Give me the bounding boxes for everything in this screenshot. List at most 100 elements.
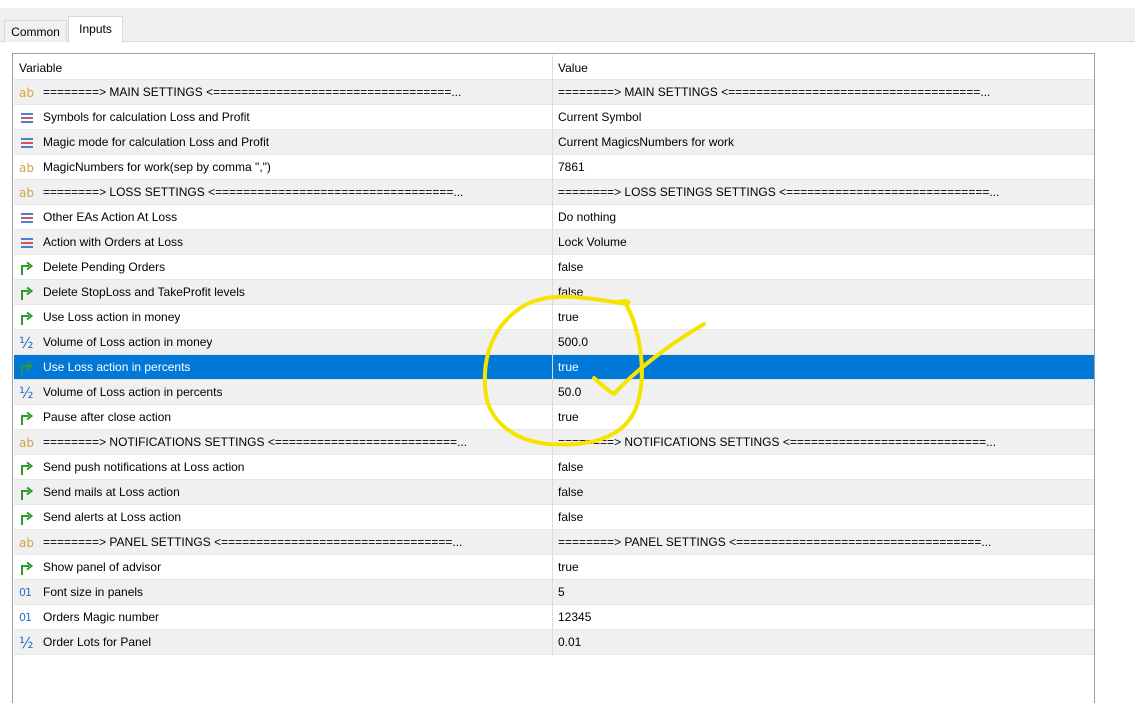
string-icon: ab xyxy=(19,185,34,200)
value-cell[interactable]: 5 xyxy=(553,580,1094,605)
table-row[interactable]: ab ========> LOSS SETTINGS <=============… xyxy=(14,180,1094,205)
variable-name: Delete StopLoss and TakeProfit levels xyxy=(43,285,245,299)
int-icon: 01 xyxy=(19,610,32,624)
variable-name: Delete Pending Orders xyxy=(43,260,166,274)
value-cell[interactable]: true xyxy=(553,305,1094,330)
variable-cell[interactable]: Magic mode for calculation Loss and Prof… xyxy=(14,130,553,155)
table-row[interactable]: 01 Font size in panels 5 xyxy=(14,580,1094,605)
table-row[interactable]: Symbols for calculation Loss and Profit C… xyxy=(14,105,1094,130)
variable-cell[interactable]: Send alerts at Loss action xyxy=(14,505,553,530)
variable-name: Send alerts at Loss action xyxy=(43,510,182,524)
value-cell[interactable]: ========> PANEL SETTINGS <==============… xyxy=(553,530,1094,555)
table-row[interactable]: Action with Orders at Loss Lock Volume xyxy=(14,230,1094,255)
variable-cell[interactable]: ab ========> MAIN SETTINGS <=============… xyxy=(14,80,553,105)
table-row[interactable]: 01 Orders Magic number 12345 xyxy=(14,605,1094,630)
table-row[interactable]: Send alerts at Loss action false xyxy=(14,505,1094,530)
variable-cell[interactable]: Symbols for calculation Loss and Profit xyxy=(14,105,553,130)
value-cell[interactable]: ========> LOSS SETINGS SETTINGS <=======… xyxy=(553,180,1094,205)
table-row[interactable]: Send push notifications at Loss action fa… xyxy=(14,455,1094,480)
variable-name: Use Loss action in percents xyxy=(43,360,191,374)
value-cell[interactable]: Lock Volume xyxy=(553,230,1094,255)
value-cell[interactable]: Current MagicsNumbers for work xyxy=(553,130,1094,155)
value-cell[interactable]: true xyxy=(553,405,1094,430)
value-cell[interactable]: false xyxy=(553,480,1094,505)
value-cell[interactable]: true xyxy=(553,355,1094,380)
value-cell[interactable]: ========> MAIN SETTINGS <===============… xyxy=(553,80,1094,105)
column-header-variable[interactable]: Variable xyxy=(14,55,553,80)
table-row[interactable]: Delete StopLoss and TakeProfit levels fal… xyxy=(14,280,1094,305)
value-cell[interactable]: false xyxy=(553,505,1094,530)
variable-cell[interactable]: Delete Pending Orders xyxy=(14,255,553,280)
variable-name: Action with Orders at Loss xyxy=(43,235,184,249)
string-icon: ab xyxy=(19,160,34,175)
table-row[interactable]: ½ Order Lots for Panel 0.01 xyxy=(14,630,1094,655)
variable-cell[interactable]: ab ========> PANEL SETTINGS <============… xyxy=(14,530,553,555)
value-cell[interactable]: Current Symbol xyxy=(553,105,1094,130)
value-cell[interactable]: 500.0 xyxy=(553,330,1094,355)
bool-icon xyxy=(19,310,35,326)
variable-cell[interactable]: ½ Volume of Loss action in percents xyxy=(14,380,553,405)
table-row[interactable]: Send mails at Loss action false xyxy=(14,480,1094,505)
variable-name: ========> PANEL SETTINGS <==============… xyxy=(43,535,463,549)
variable-cell[interactable]: ½ Volume of Loss action in money xyxy=(14,330,553,355)
enum-icon xyxy=(19,210,35,226)
variable-cell[interactable]: ab MagicNumbers for work(sep by comma ","… xyxy=(14,155,553,180)
tab-common[interactable]: Common xyxy=(4,20,67,42)
table-row[interactable]: Use Loss action in percents true xyxy=(14,355,1094,380)
column-header-variable-label: Variable xyxy=(19,60,63,75)
double-icon: ½ xyxy=(19,333,34,352)
value-cell[interactable]: 0.01 xyxy=(553,630,1094,655)
grid-header: Variable Value xyxy=(14,55,1094,80)
variable-cell[interactable]: Use Loss action in money xyxy=(14,305,553,330)
variable-cell[interactable]: ab ========> NOTIFICATIONS SETTINGS <====… xyxy=(14,430,553,455)
column-header-value[interactable]: Value xyxy=(553,55,1094,80)
value-cell[interactable]: true xyxy=(553,555,1094,580)
variable-cell[interactable]: Use Loss action in percents xyxy=(14,355,553,380)
value-cell[interactable]: 50.0 xyxy=(553,380,1094,405)
table-row[interactable]: Use Loss action in money true xyxy=(14,305,1094,330)
variable-cell[interactable]: Other EAs Action At Loss xyxy=(14,205,553,230)
variable-cell[interactable]: Send push notifications at Loss action xyxy=(14,455,553,480)
table-row[interactable]: ab ========> PANEL SETTINGS <============… xyxy=(14,530,1094,555)
value-cell[interactable]: 12345 xyxy=(553,605,1094,630)
table-row[interactable]: Magic mode for calculation Loss and Prof… xyxy=(14,130,1094,155)
table-row[interactable]: ab ========> MAIN SETTINGS <=============… xyxy=(14,80,1094,105)
table-row[interactable]: ab ========> NOTIFICATIONS SETTINGS <====… xyxy=(14,430,1094,455)
variable-cell[interactable]: Pause after close action xyxy=(14,405,553,430)
variable-name: Show panel of advisor xyxy=(43,560,162,574)
table-row[interactable]: ½ Volume of Loss action in percents 50.0 xyxy=(14,380,1094,405)
table-row[interactable]: Delete Pending Orders false xyxy=(14,255,1094,280)
value-cell[interactable]: false xyxy=(553,455,1094,480)
tab-inputs[interactable]: Inputs xyxy=(68,16,123,43)
variable-name: Orders Magic number xyxy=(43,610,160,624)
table-row[interactable]: Other EAs Action At Loss Do nothing xyxy=(14,205,1094,230)
string-icon: ab xyxy=(19,85,34,100)
variable-cell[interactable]: 01 Orders Magic number xyxy=(14,605,553,630)
value-cell[interactable]: Do nothing xyxy=(553,205,1094,230)
table-row[interactable]: Pause after close action true xyxy=(14,405,1094,430)
value-cell[interactable]: false xyxy=(553,280,1094,305)
variable-cell[interactable]: ab ========> LOSS SETTINGS <=============… xyxy=(14,180,553,205)
variable-name: Magic mode for calculation Loss and Prof… xyxy=(43,135,270,149)
table-row[interactable]: Show panel of advisor true xyxy=(14,555,1094,580)
variable-cell[interactable]: Delete StopLoss and TakeProfit levels xyxy=(14,280,553,305)
table-row[interactable]: ½ Volume of Loss action in money 500.0 xyxy=(14,330,1094,355)
bool-icon xyxy=(19,460,35,476)
value-cell[interactable]: 7861 xyxy=(553,155,1094,180)
value-cell[interactable]: ========> NOTIFICATIONS SETTINGS <======… xyxy=(553,430,1094,455)
variable-cell[interactable]: Send mails at Loss action xyxy=(14,480,553,505)
table-row[interactable]: ab MagicNumbers for work(sep by comma ","… xyxy=(14,155,1094,180)
variable-cell[interactable]: 01 Font size in panels xyxy=(14,580,553,605)
value-cell[interactable]: false xyxy=(553,255,1094,280)
int-icon: 01 xyxy=(19,585,32,599)
variable-name: ========> NOTIFICATIONS SETTINGS <======… xyxy=(43,435,468,449)
variable-name: Volume of Loss action in money xyxy=(43,335,213,349)
double-icon: ½ xyxy=(19,383,34,402)
bool-icon xyxy=(19,260,35,276)
variable-cell[interactable]: ½ Order Lots for Panel xyxy=(14,630,553,655)
variable-name: ========> LOSS SETTINGS <===============… xyxy=(43,185,464,199)
variable-cell[interactable]: Action with Orders at Loss xyxy=(14,230,553,255)
variable-name: Order Lots for Panel xyxy=(43,635,152,649)
variable-cell[interactable]: Show panel of advisor xyxy=(14,555,553,580)
inputs-grid: Variable Value ab ========> MAIN SETTINGS… xyxy=(14,55,1094,655)
